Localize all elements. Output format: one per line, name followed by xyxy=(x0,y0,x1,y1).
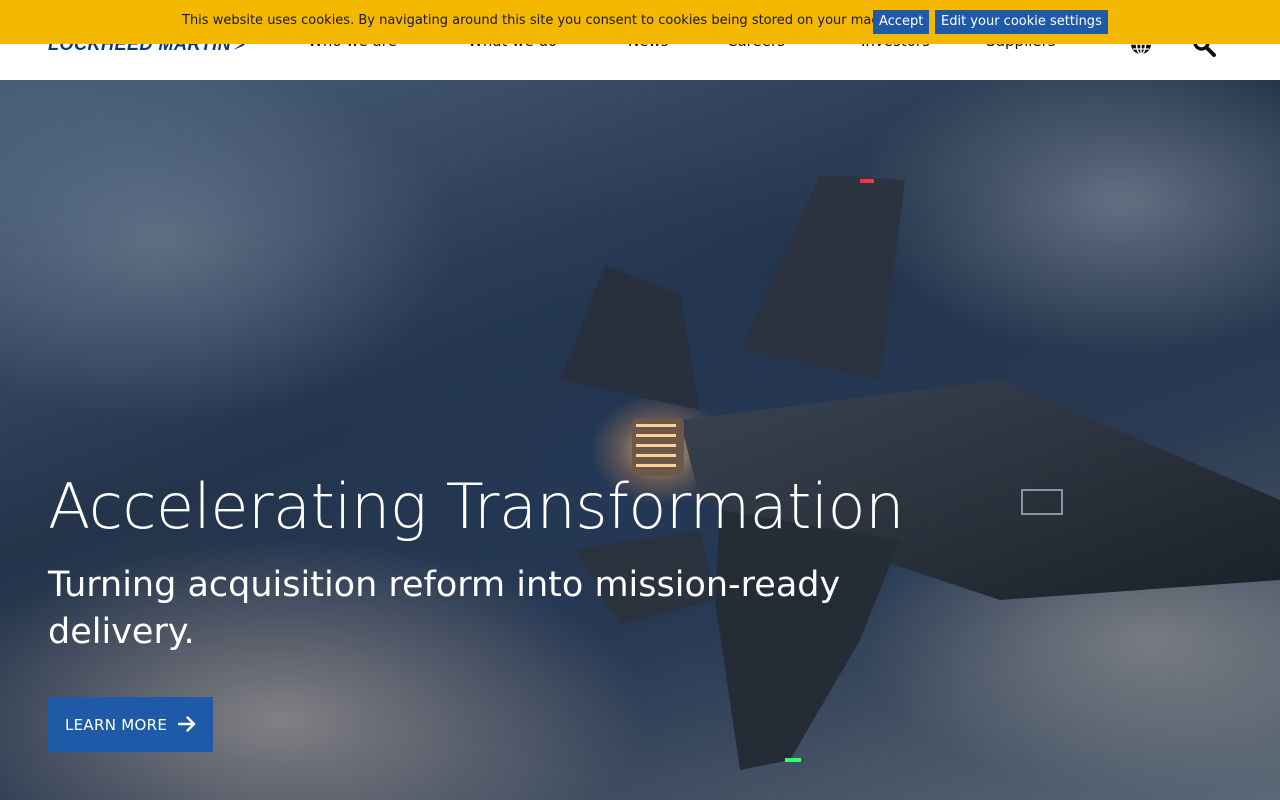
arrow-right-icon xyxy=(178,716,196,732)
cookie-message: This website uses cookies. By navigating… xyxy=(182,13,911,28)
hero-title: Accelerating Transformation xyxy=(48,470,904,543)
cookie-accept-button[interactable]: Accept xyxy=(873,10,930,34)
hero-subtitle: Turning acquisition reform into mission-… xyxy=(48,565,841,652)
cookie-settings-button[interactable]: Edit your cookie settings xyxy=(935,10,1108,34)
cookie-banner: This website uses cookies. By navigating… xyxy=(0,0,1280,44)
fighter-jet-image xyxy=(560,175,1280,770)
hero-section: Accelerating Transformation Turning acqu… xyxy=(0,80,1280,800)
learn-more-label: LEARN MORE xyxy=(65,715,168,734)
learn-more-button[interactable]: LEARN MORE xyxy=(48,697,213,752)
